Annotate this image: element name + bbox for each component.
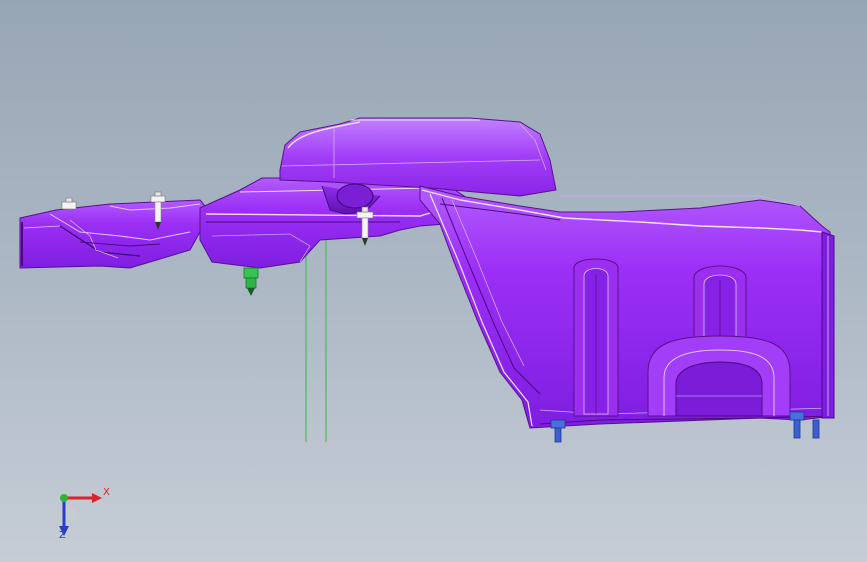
vertical-rib-left: [573, 258, 619, 417]
oil-level-sensor[interactable]: [243, 267, 259, 296]
drain-bolt-right-2[interactable]: [812, 419, 820, 439]
drain-bolt-left[interactable]: [550, 419, 566, 443]
cad-graphics-viewport[interactable]: X Z: [0, 0, 867, 562]
oil-pan-model[interactable]: [0, 0, 867, 562]
mounting-bolt-1[interactable]: [61, 197, 77, 210]
main-sump-body[interactable]: [419, 185, 835, 429]
coordinate-triad[interactable]: X Z: [40, 478, 120, 548]
left-flange-bracket[interactable]: [19, 199, 211, 269]
drain-boss-arch: [647, 335, 791, 417]
z-axis-label: Z: [59, 530, 66, 541]
x-axis-label: X: [103, 487, 110, 498]
drain-bolt-right-1[interactable]: [789, 411, 805, 439]
